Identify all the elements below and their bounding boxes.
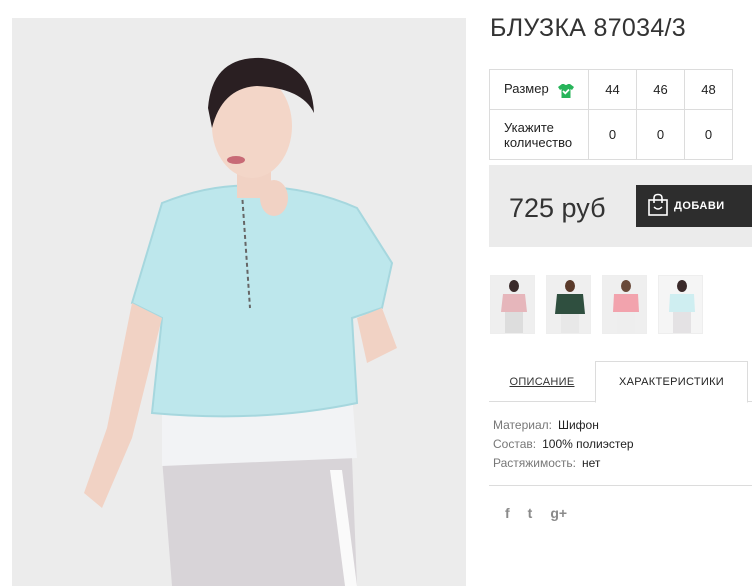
shirt-check-icon[interactable] bbox=[558, 83, 575, 98]
product-main-image[interactable] bbox=[12, 18, 466, 586]
facebook-icon[interactable]: f bbox=[505, 505, 510, 521]
thumbnail-pink[interactable] bbox=[490, 275, 535, 334]
quantity-label-line2: количество bbox=[504, 134, 573, 150]
shopping-bag-icon bbox=[647, 193, 669, 220]
size-44[interactable]: 44 bbox=[588, 69, 637, 110]
characteristic-key: Состав: bbox=[493, 437, 537, 451]
size-label-cell: Размер bbox=[489, 69, 589, 110]
size-48[interactable]: 48 bbox=[684, 69, 733, 110]
characteristic-value: Шифон bbox=[557, 418, 599, 432]
quantity-44[interactable]: 0 bbox=[588, 109, 637, 160]
quantity-48[interactable]: 0 bbox=[684, 109, 733, 160]
product-price: 725 руб bbox=[509, 193, 606, 223]
size-46[interactable]: 46 bbox=[636, 69, 685, 110]
thumbnail-green[interactable] bbox=[546, 275, 591, 334]
google-plus-icon[interactable]: g+ bbox=[550, 505, 567, 521]
quantity-label-cell: Укажите количество bbox=[489, 109, 589, 160]
social-share: f t g+ bbox=[505, 505, 567, 521]
add-to-cart-label: ДОБАВИ bbox=[674, 200, 725, 212]
characteristic-key: Материал: bbox=[493, 418, 552, 432]
quantity-46[interactable]: 0 bbox=[636, 109, 685, 160]
thumbnail-coral[interactable] bbox=[602, 275, 647, 334]
twitter-icon[interactable]: t bbox=[528, 505, 533, 521]
price-panel: 725 руб ДОБАВИ bbox=[489, 165, 752, 247]
tab-description[interactable]: ОПИСАНИЕ bbox=[489, 361, 595, 402]
characteristics-list: Материал: Шифон Состав: 100% полиэстер Рас… bbox=[493, 416, 634, 473]
characteristic-value: 100% полиэстер bbox=[542, 437, 634, 451]
characteristic-row: Материал: Шифон bbox=[493, 416, 634, 435]
model-photo-illustration bbox=[12, 18, 466, 586]
tab-characteristics[interactable]: ХАРАКТЕРИСТИКИ bbox=[595, 361, 748, 403]
size-row: Размер 44 46 48 bbox=[489, 69, 733, 110]
divider bbox=[489, 485, 752, 486]
add-to-cart-button[interactable]: ДОБАВИ bbox=[636, 185, 752, 227]
size-quantity-table: Размер 44 46 48 Укажите количество 0 0 0 bbox=[489, 69, 733, 160]
product-title: БЛУЗКА 87034/3 bbox=[490, 14, 686, 42]
characteristic-value: нет bbox=[582, 456, 601, 470]
characteristic-row: Растяжимость: нет bbox=[493, 454, 634, 473]
color-thumbnails bbox=[490, 275, 703, 334]
characteristic-row: Состав: 100% полиэстер bbox=[493, 435, 634, 454]
quantity-label-line1: Укажите bbox=[504, 119, 554, 135]
product-tabs: ОПИСАНИЕ ХАРАКТЕРИСТИКИ bbox=[489, 361, 752, 403]
size-label: Размер bbox=[504, 81, 549, 97]
thumbnail-blue[interactable] bbox=[658, 275, 703, 334]
characteristic-key: Растяжимость: bbox=[493, 456, 577, 470]
quantity-row: Укажите количество 0 0 0 bbox=[489, 109, 733, 160]
